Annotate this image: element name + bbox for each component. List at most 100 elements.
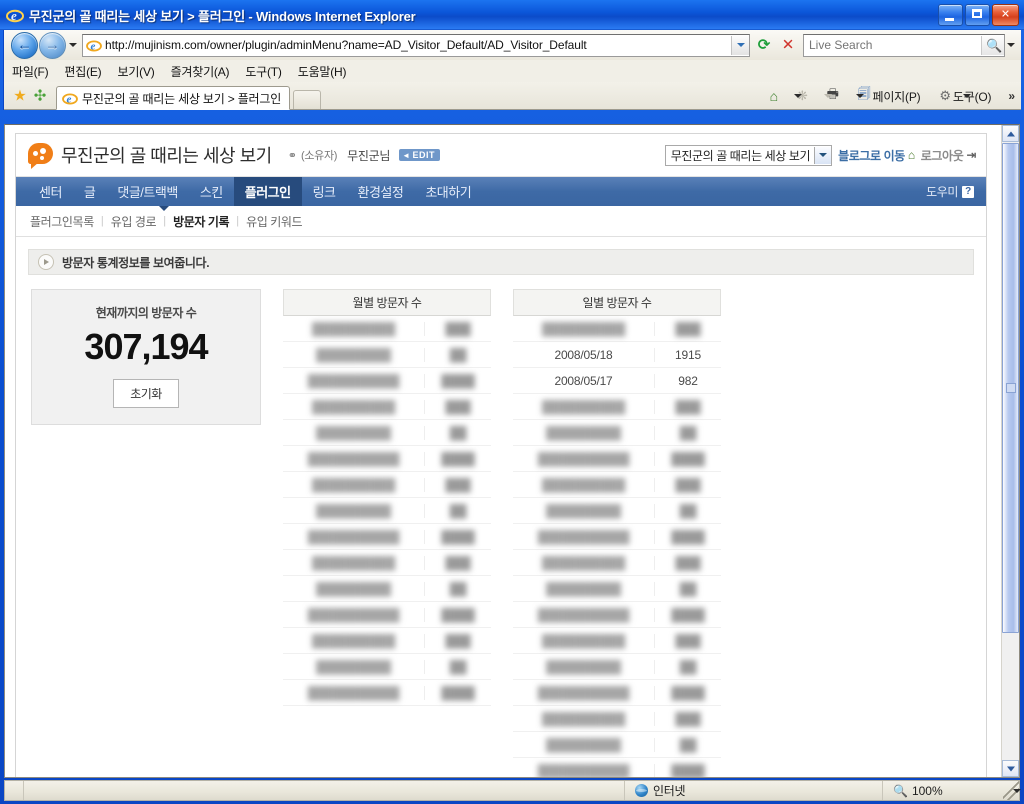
minimize-button[interactable] [938, 4, 963, 26]
row-count: ███ [675, 711, 701, 726]
scroll-down-button[interactable] [1002, 760, 1019, 777]
row-period: ███████████ [283, 685, 425, 700]
new-tab-button[interactable] [293, 90, 322, 110]
table-row: 2008/05/18 1915 [513, 342, 721, 368]
logout-label: 로그아웃 [920, 148, 964, 163]
home-button[interactable]: ⌂ [768, 88, 802, 104]
navigation-toolbar: ← → e http://mujinism.com/owner/plugin/a… [4, 30, 1021, 60]
page-menu-button[interactable]: 🗐 페이지(P) [856, 85, 972, 107]
total-visitors-box: 현재까지의 방문자 수 307,194 초기화 [31, 289, 261, 425]
scroll-up-button[interactable] [1002, 125, 1019, 142]
helper-link[interactable]: 도우미 ? [926, 177, 986, 206]
page-favicon-icon: e [86, 37, 102, 53]
search-provider-dropdown-icon[interactable] [1005, 36, 1017, 55]
row-count: ████ [671, 607, 705, 622]
edit-badge[interactable]: ◄ EDIT [399, 149, 441, 161]
row-period: ███████████ [283, 529, 425, 544]
add-to-favorites-icon[interactable]: ✣ [30, 86, 50, 106]
menu-file[interactable]: 파일(F) [12, 63, 49, 80]
menu-view[interactable]: 보기(V) [117, 63, 154, 80]
nav-item-link[interactable]: 링크 [302, 177, 347, 206]
stop-button[interactable]: ✕ [777, 34, 799, 56]
user-icon: ⚭ [287, 149, 297, 162]
close-button[interactable]: ✕ [992, 4, 1019, 26]
subnav-item-referrer[interactable]: 유입 경로 [111, 213, 157, 230]
row-period: ██████████ [283, 399, 425, 414]
subnav-separator: | [163, 215, 167, 227]
back-button[interactable]: ← [11, 31, 38, 59]
goto-blog-link[interactable]: 블로그로 이동 ⌂ [838, 147, 915, 164]
subnav-item-keywords[interactable]: 유입 키워드 [246, 213, 303, 230]
row-period: 2008/05/17 [513, 373, 655, 388]
row-period: ███████████ [283, 451, 425, 466]
blog-selector[interactable]: 무진군의 골 때리는 세상 보기 [664, 144, 833, 166]
search-submit-icon[interactable]: 🔍 [981, 35, 1004, 55]
nav-item-center[interactable]: 센터 [28, 177, 73, 206]
chevron-down-icon[interactable] [814, 146, 832, 164]
menu-tools[interactable]: 도구(T) [245, 63, 282, 80]
main-navigation: 센터 글 댓글/트랙백 스킨 플러그인 링크 환경설정 초대하기 도우미 ? [16, 177, 986, 206]
address-history-dropdown-icon[interactable] [731, 35, 749, 55]
table-row: ██████████ ███ [283, 394, 491, 420]
tab-bar: ★ ✣ e 무진군의 골 때리는 세상 보기 > 플러그인 ⌂ ❋ 🖶 🗐 페이지… [4, 82, 1021, 110]
nav-item-settings[interactable]: 환경설정 [347, 177, 415, 206]
table-row: ██████████ ███ [283, 628, 491, 654]
search-box[interactable]: 🔍 [803, 33, 1005, 57]
row-count: ████ [671, 763, 705, 778]
favorites-center-icon[interactable]: ★ [10, 86, 30, 106]
row-count: ██ [449, 503, 467, 518]
zoom-control[interactable]: 🔍 100% [883, 784, 1021, 798]
subnav-item-plugin-list[interactable]: 플러그인목록 [30, 213, 94, 230]
subnav-item-visitor-log[interactable]: 방문자 기록 [173, 213, 230, 230]
row-period: ███████████ [513, 529, 655, 544]
table-row: ███████████ ████ [283, 602, 491, 628]
zoom-dropdown-icon[interactable] [1012, 788, 1021, 793]
refresh-button[interactable]: ⟳ [753, 34, 775, 56]
house-icon: ⌂ [907, 148, 915, 162]
address-bar[interactable]: e http://mujinism.com/owner/plugin/admin… [82, 33, 750, 57]
table-row: ███████████ ████ [513, 446, 721, 472]
recent-pages-dropdown-icon[interactable] [66, 34, 80, 56]
table-row: ██████████ ███ [513, 316, 721, 342]
tistory-logo-icon [28, 142, 54, 169]
nav-item-skin[interactable]: 스킨 [189, 177, 234, 206]
row-count: ███ [675, 321, 701, 336]
logout-link[interactable]: 로그아웃 ⇥ [920, 147, 977, 164]
table-row: █████████ ██ [513, 732, 721, 758]
browser-tab-active[interactable]: e 무진군의 골 때리는 세상 보기 > 플러그인 [56, 86, 291, 110]
row-period: █████████ [513, 659, 655, 674]
ie-logo-icon: e [6, 6, 24, 24]
row-count: 982 [678, 373, 698, 388]
row-period: ███████████ [283, 373, 425, 388]
scrollbar-thumb[interactable] [1002, 143, 1019, 633]
logout-icon: ⇥ [966, 148, 976, 162]
toolbar-overflow-icon[interactable]: » [1008, 89, 1015, 103]
table-row: ███████████ ████ [513, 758, 721, 777]
maximize-button[interactable] [965, 4, 990, 26]
nav-item-posts[interactable]: 글 [73, 177, 106, 206]
admin-panel: 무진군의 골 때리는 세상 보기 ⚭ (소유자) 무진군님 ◄ EDIT 무진군의… [15, 133, 987, 777]
forward-button[interactable]: → [39, 31, 66, 59]
tools-menu-button[interactable]: ⚙ 도구(O) [937, 88, 1006, 105]
stats-panels: 현재까지의 방문자 수 307,194 초기화 월별 방문자 수 ███████… [28, 289, 974, 777]
monthly-visitors-table: 월별 방문자 수 ██████████ ███ █████████ ██ ███████… [283, 289, 491, 706]
row-count: ██ [679, 425, 697, 440]
nav-item-comments-trackbacks[interactable]: 댓글/트랙백 [106, 177, 188, 206]
menu-help[interactable]: 도움말(H) [298, 63, 347, 80]
menu-favorites[interactable]: 즐겨찾기(A) [171, 63, 230, 80]
reset-button[interactable]: 초기화 [113, 379, 179, 408]
menu-edit[interactable]: 편집(E) [64, 63, 101, 80]
nav-item-invite[interactable]: 초대하기 [414, 177, 482, 206]
play-arrow-icon [38, 254, 54, 270]
security-zone-label: 인터넷 [653, 784, 686, 798]
table-row: ██████████ ███ [283, 316, 491, 342]
row-count: ██ [679, 581, 697, 596]
nav-item-plugin[interactable]: 플러그인 [233, 177, 302, 206]
search-input[interactable] [804, 37, 981, 53]
row-period: ███████████ [513, 451, 655, 466]
content-area: 방문자 통계정보를 보여줍니다. 현재까지의 방문자 수 307,194 초기화… [16, 237, 986, 777]
security-zone[interactable]: 인터넷 [625, 781, 883, 800]
page-scrollbar[interactable] [1001, 125, 1019, 777]
daily-visitors-rows: ██████████ ███ 2008/05/18 1915 2008/05/17 982… [513, 316, 721, 777]
row-period: █████████ [513, 503, 655, 518]
